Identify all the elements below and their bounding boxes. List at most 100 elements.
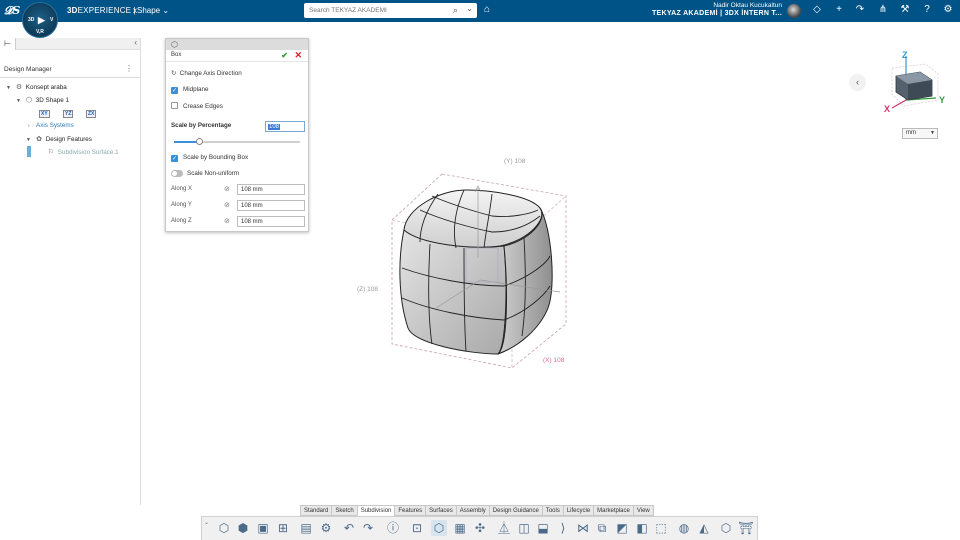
undo-icon[interactable]: ↶ [341, 520, 357, 536]
extrude-icon[interactable]: ⏅ [496, 520, 512, 536]
along-x-field[interactable]: 108 mm [237, 184, 305, 195]
settings-icon[interactable]: ⚙ [941, 4, 955, 15]
tag-outline-icon[interactable]: ◇ [810, 4, 824, 15]
subdivision-cube[interactable] [399, 189, 553, 355]
chevron-left-icon[interactable]: ‹ [849, 74, 866, 91]
search-icon[interactable]: ⌕ [453, 5, 458, 16]
dialog-header[interactable]: ⬡ [166, 39, 308, 50]
network-icon[interactable]: ⋔ [876, 4, 890, 15]
bend-icon[interactable]: ⟩ [555, 520, 571, 536]
units-select[interactable]: mm ▼ [902, 128, 938, 139]
expand-icon[interactable]: ▼ [26, 137, 34, 143]
tab-features[interactable]: Features [394, 505, 427, 516]
midplane-option[interactable]: ✓ Midplane [171, 86, 209, 94]
compass-label: V,R [36, 29, 44, 35]
cylinder-icon[interactable]: ◩ [614, 520, 630, 536]
scale-slider[interactable] [174, 138, 300, 145]
weld-icon[interactable]: ⬚ [653, 520, 669, 536]
compass-widget[interactable]: 3D ▶ V V,R [22, 2, 58, 38]
tag-icon[interactable]: ⌂ [484, 4, 490, 15]
open-icon[interactable]: ⬢ [235, 520, 251, 536]
plane-xy-icon[interactable]: XY [39, 110, 50, 118]
cancel-close-icon[interactable]: ✕ [294, 50, 302, 61]
product-icon: ⚙ [15, 84, 23, 91]
bridge-icon[interactable]: ⛩ [738, 520, 754, 536]
grid-icon[interactable]: ▦ [452, 520, 468, 536]
tab-marketplace[interactable]: Marketplace [593, 505, 634, 516]
orientation-compass[interactable]: Z X Y [880, 48, 950, 116]
tree-item-features[interactable]: ▼ ✿ Design Features [26, 135, 92, 143]
dassault-logo-icon[interactable]: 𝓓S [4, 4, 20, 18]
tree-item-shape[interactable]: ▼ ⬡ 3D Shape 1 [16, 96, 69, 104]
symmetry-icon[interactable]: ✣ [472, 520, 488, 536]
tab-sketch[interactable]: Sketch [331, 505, 358, 516]
chevron-down-icon[interactable]: ⌄ [466, 4, 473, 13]
expand-icon[interactable]: › [28, 123, 36, 129]
change-axis-button[interactable]: ↻ Change Axis Direction [171, 70, 242, 77]
tree-item-surface[interactable]: ⚐ Subdivision Surface.1 [46, 148, 119, 156]
save-icon[interactable]: ▣ [255, 520, 271, 536]
slider-handle[interactable] [196, 138, 204, 145]
tree-tab-icon[interactable]: ⊢ [0, 38, 16, 50]
link-icon[interactable]: ⊘ [224, 201, 230, 209]
bbox-option[interactable]: ✓ Scale by Bounding Box [171, 154, 248, 162]
ok-check-icon[interactable]: ✔ [281, 51, 288, 60]
collapse-panel-icon[interactable]: ‹ [134, 38, 137, 47]
expand-toolbar-icon[interactable]: ⌄ [204, 519, 209, 526]
tab-tools[interactable]: Tools [541, 505, 564, 516]
loft-icon[interactable]: ⧉ [594, 520, 610, 536]
expand-icon[interactable]: ▼ [6, 85, 14, 91]
along-y-field[interactable]: 108 mm [237, 200, 305, 211]
apps-icon[interactable]: ⚒ [898, 4, 912, 15]
along-z-field[interactable]: 108 mm [237, 216, 305, 227]
tab-subdivision[interactable]: Subdivision [356, 505, 396, 516]
tree-item-root[interactable]: ▼ ⚙ Konsept araba [6, 83, 67, 91]
tab-standard[interactable]: Standard [300, 505, 333, 516]
plus-icon[interactable]: + [832, 4, 846, 15]
crease-icon[interactable]: ⋈ [575, 520, 591, 536]
cut-icon[interactable]: ◧ [634, 520, 650, 536]
tab-assembly[interactable]: Assembly [455, 505, 490, 516]
avatar[interactable] [787, 4, 801, 18]
share-icon[interactable]: ↷ [853, 4, 867, 15]
face-icon[interactable]: ⬓ [535, 520, 551, 536]
plane-zx-icon[interactable]: ZX [86, 110, 97, 118]
tab-lifecycle[interactable]: Lifecycle [562, 505, 595, 516]
snapshot-icon[interactable]: ⊞ [275, 520, 291, 536]
new-shape-icon[interactable]: ⬡ [216, 520, 232, 536]
link-icon[interactable]: ⊘ [224, 217, 230, 225]
plane-yz-icon[interactable]: YZ [63, 110, 74, 118]
display-icon[interactable]: ⊡ [409, 520, 425, 536]
crease-checkbox[interactable] [171, 102, 178, 109]
tab-design-guidance[interactable]: Design Guidance [488, 505, 543, 516]
app-switcher[interactable]: xShape ⌄ [133, 6, 169, 15]
3d-model-view[interactable] [380, 168, 580, 373]
link-icon[interactable]: ⊘ [224, 185, 230, 193]
help-icon[interactable]: ⓘ [385, 520, 401, 536]
help-icon[interactable]: ? [920, 4, 934, 15]
redo-icon[interactable]: ↷ [360, 520, 376, 536]
cube-icon[interactable]: ⬡ [718, 520, 734, 536]
expand-icon[interactable]: ▼ [16, 98, 24, 104]
properties-icon[interactable]: ▤ [298, 520, 314, 536]
subdivide-icon[interactable]: ◫ [516, 520, 532, 536]
bbox-checkbox[interactable]: ✓ [171, 155, 178, 162]
tree-item-axis[interactable]: › Axis Systems [28, 122, 74, 129]
tab-surfaces[interactable]: Surfaces [425, 505, 457, 516]
search-input[interactable] [304, 3, 444, 18]
scale-percentage-input[interactable]: 108 [265, 121, 305, 132]
search-box[interactable]: ⌕ ⌄ [304, 3, 477, 18]
along-z-label: Along Z [171, 218, 192, 224]
non-uniform-toggle[interactable] [171, 170, 183, 177]
patch-icon[interactable]: ◭ [696, 520, 712, 536]
more-menu-icon[interactable]: ⋮ [125, 64, 133, 73]
midplane-checkbox[interactable]: ✓ [171, 87, 178, 94]
user-info[interactable]: Nadir Oktau Kucukaltun TEKYAZ AKADEMİ | … [652, 2, 782, 17]
sphere-icon[interactable]: ◍ [676, 520, 692, 536]
tab-view[interactable]: View [632, 505, 654, 516]
options-gear-icon[interactable]: ⚙ [318, 520, 334, 536]
box-tool-icon[interactable]: ⬡ [431, 520, 447, 536]
compass-label: 3D [28, 17, 35, 23]
crease-option[interactable]: Crease Edges [171, 102, 223, 110]
play-icon[interactable]: ▶ [38, 15, 45, 26]
